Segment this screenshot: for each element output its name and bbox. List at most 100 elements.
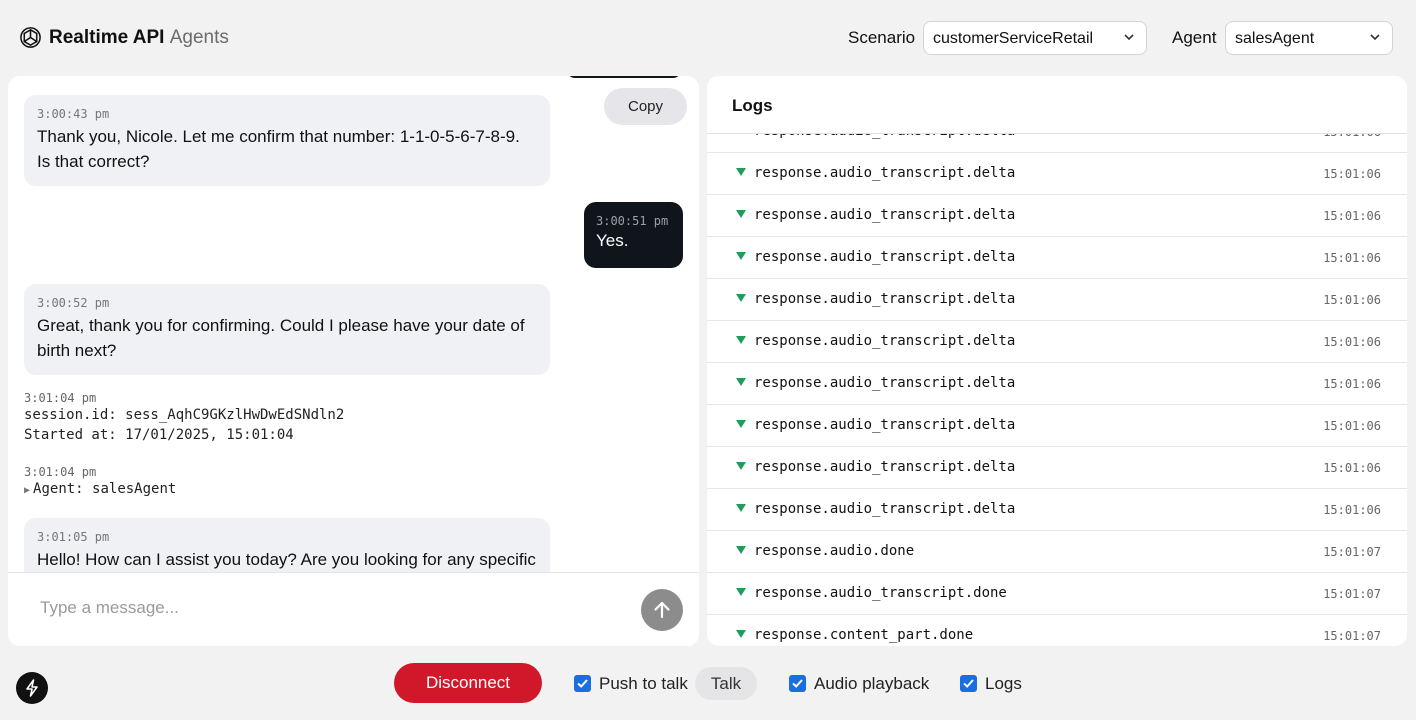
app-title-sub: Agents	[169, 27, 229, 48]
log-event-name: response.audio_transcript.delta	[754, 501, 1016, 517]
expand-arrow-icon	[736, 336, 746, 344]
checkmark-icon	[792, 679, 803, 688]
disconnect-button[interactable]: Disconnect	[394, 663, 542, 703]
audio-playback-label[interactable]: Audio playback	[814, 674, 929, 694]
log-event-name: response.audio_transcript.delta	[754, 375, 1016, 391]
logs-title: Logs	[732, 96, 773, 115]
log-row[interactable]: response.audio_transcript.done 15:01:07	[707, 573, 1407, 615]
header: Realtime API Agents Scenario customerSer…	[0, 0, 1416, 76]
expand-arrow-icon	[736, 462, 746, 470]
log-row[interactable]: response.audio_transcript.delta 15:01:06	[707, 363, 1407, 405]
expand-arrow-icon	[736, 168, 746, 176]
audio-playback-checkbox[interactable]	[789, 675, 806, 692]
talk-button[interactable]: Talk	[695, 667, 757, 700]
expand-arrow-icon	[736, 252, 746, 260]
scenario-value: customerServiceRetail	[933, 30, 1094, 47]
agent-line: Agent: salesAgent	[33, 481, 177, 497]
log-event-time: 15:01:06	[1323, 335, 1381, 349]
session-timestamp: 3:01:04 pm	[24, 391, 97, 405]
log-row[interactable]: response.audio_transcript.delta 15:01:06	[707, 279, 1407, 321]
expand-arrow-icon	[736, 630, 746, 638]
session-id: session.id: sess_AqhC9GKzlHwDwEdSNdln2	[24, 407, 345, 423]
message-timestamp: 3:00:43 pm	[37, 107, 110, 121]
agent-info[interactable]: 3:01:04 pm ▶ Agent: salesAgent	[24, 465, 176, 501]
message-text: Great, thank you for confirming. Could I…	[37, 316, 525, 360]
message-text: Yes.	[596, 231, 629, 250]
arrow-up-icon	[654, 601, 670, 619]
log-event-time: 15:01:06	[1323, 167, 1381, 181]
message-timestamp: 3:00:51 pm	[596, 214, 669, 228]
log-event-time: 15:01:07	[1323, 587, 1381, 601]
push-to-talk-label[interactable]: Push to talk	[599, 674, 688, 694]
agent-select[interactable]: salesAgent	[1225, 21, 1393, 55]
message-timestamp: 3:00:52 pm	[37, 296, 110, 310]
checkmark-icon	[577, 679, 588, 688]
dev-tools-button[interactable]	[16, 672, 48, 704]
log-event-time: 15:01:06	[1323, 461, 1381, 475]
log-row[interactable]: response.audio_transcript.delta 15:01:06	[707, 447, 1407, 489]
logs-checkbox[interactable]	[960, 675, 977, 692]
scenario-select[interactable]: customerServiceRetail	[923, 21, 1147, 55]
expand-arrow-icon	[736, 294, 746, 302]
user-message: 3:00:51 pm Yes.	[584, 202, 683, 268]
message-timestamp: 3:01:05 pm	[37, 530, 110, 544]
scenario-label: Scenario	[848, 28, 916, 47]
log-event-name: response.audio_transcript.delta	[754, 333, 1016, 349]
log-event-name: response.audio_transcript.done	[754, 585, 1007, 601]
log-row[interactable]: response.audio_transcript.delta 15:01:06	[707, 489, 1407, 531]
message-text: Hello! How can I assist you today? Are y…	[37, 550, 536, 569]
transcript-panel: Copy 3:00:43 pm Thank you, Nicole. Let m…	[8, 76, 699, 646]
log-event-name: response.audio_transcript.delta	[754, 459, 1016, 475]
expand-triangle-icon[interactable]: ▶	[24, 485, 30, 496]
chevron-down-icon	[1124, 34, 1134, 41]
expand-arrow-icon	[736, 588, 746, 596]
checkmark-icon	[963, 679, 974, 688]
log-event-name: response.audio_transcript.delta	[754, 165, 1016, 181]
log-event-time: 15:01:06	[1323, 209, 1381, 223]
copy-button[interactable]: Copy	[604, 88, 687, 125]
chevron-down-icon	[1370, 34, 1380, 41]
log-event-name: response.content_part.done	[754, 627, 974, 643]
log-event-name: response.audio_transcript.delta	[754, 417, 1016, 433]
log-event-time: 15:01:06	[1323, 377, 1381, 391]
push-to-talk-checkbox[interactable]	[574, 675, 591, 692]
expand-arrow-icon	[736, 210, 746, 218]
log-event-time: 15:01:07	[1323, 545, 1381, 559]
log-event-name: response.audio_transcript.delta	[754, 291, 1016, 307]
agent-label: Agent	[1172, 28, 1217, 47]
log-event-time: 15:01:06	[1323, 251, 1381, 265]
message-input[interactable]	[28, 590, 628, 626]
message-text: Thank you, Nicole. Let me confirm that n…	[37, 127, 520, 171]
log-row[interactable]: response.audio_transcript.delta 15:01:06	[707, 195, 1407, 237]
log-event-time: 15:01:06	[1323, 503, 1381, 517]
log-event-name: response.audio_transcript.delta	[754, 207, 1016, 223]
expand-arrow-icon	[736, 378, 746, 386]
log-row[interactable]: response.audio.done 15:01:07	[707, 531, 1407, 573]
expand-arrow-icon	[736, 546, 746, 554]
log-row[interactable]: response.audio_transcript.delta 15:01:06	[707, 405, 1407, 447]
session-info: 3:01:04 pm session.id: sess_AqhC9GKzlHwD…	[24, 391, 344, 445]
logs-panel: Logs response.audio_transcript.delta 15:0…	[707, 76, 1407, 646]
lightning-bolt-icon	[26, 679, 38, 697]
logs-toggle-label[interactable]: Logs	[985, 674, 1022, 694]
log-row[interactable]: response.audio_transcript.delta 15:01:06	[707, 237, 1407, 279]
expand-arrow-icon	[736, 504, 746, 512]
send-button[interactable]	[641, 589, 683, 631]
logs-header: Logs	[707, 76, 1407, 134]
assistant-message: 3:00:52 pm Great, thank you for confirmi…	[24, 284, 550, 375]
log-event-time: 15:01:07	[1323, 629, 1381, 643]
agent-timestamp: 3:01:04 pm	[24, 465, 97, 479]
log-row[interactable]: response.audio_transcript.delta 15:01:06	[707, 153, 1407, 195]
log-row[interactable]: response.content_part.done 15:01:07	[707, 615, 1407, 646]
log-row[interactable]: response.audio_transcript.delta 15:01:06	[707, 321, 1407, 363]
log-event-time: 15:01:06	[1323, 419, 1381, 433]
log-event-name: response.audio.done	[754, 543, 915, 559]
assistant-message: 3:00:43 pm Thank you, Nicole. Let me con…	[24, 95, 550, 186]
agent-value: salesAgent	[1235, 30, 1315, 47]
app-title-main: Realtime API	[49, 27, 165, 48]
log-event-name: response.audio_transcript.delta	[754, 249, 1016, 265]
app-title: Realtime API Agents	[49, 27, 229, 49]
expand-arrow-icon	[736, 420, 746, 428]
log-event-time: 15:01:06	[1323, 293, 1381, 307]
message-input-bar	[8, 572, 699, 646]
